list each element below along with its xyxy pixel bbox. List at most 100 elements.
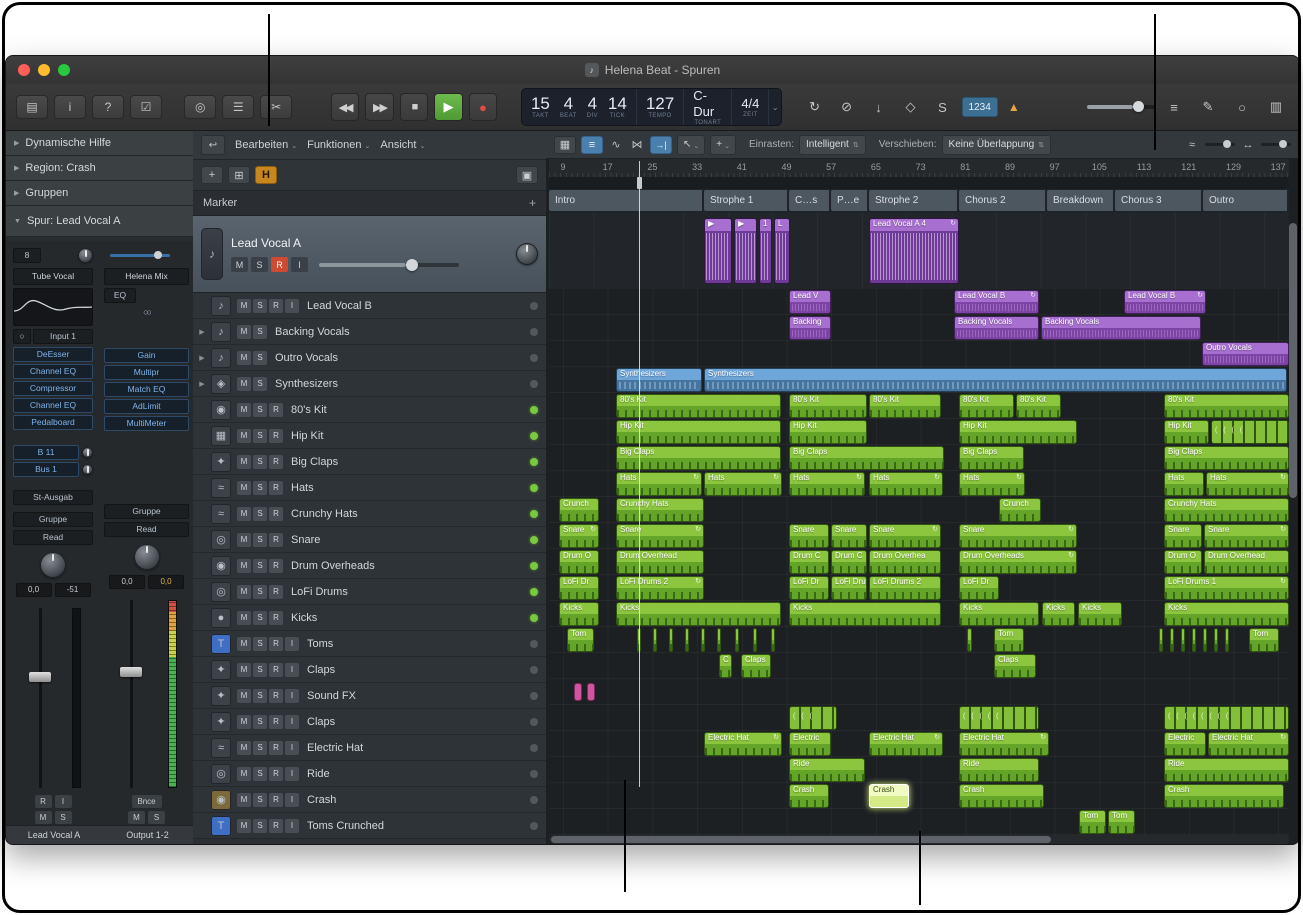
insert-slot[interactable]: Compressor <box>13 381 93 396</box>
region[interactable]: Kicks <box>559 602 599 626</box>
cycle-icon[interactable]: ↻ <box>802 96 828 118</box>
automation-icon[interactable]: ∿ <box>608 138 624 151</box>
track-row[interactable]: ▶♪MSBacking Vocals <box>193 319 546 345</box>
track-r-button[interactable]: R <box>269 403 283 417</box>
title-bar[interactable]: ♪ Helena Beat - Spuren <box>6 56 1299 85</box>
track-s-button[interactable]: S <box>253 377 267 391</box>
region[interactable]: Synthesizers <box>616 368 702 392</box>
pointer-tool[interactable]: ↖⌄ <box>677 135 705 155</box>
region[interactable]: LoFi Drums 2 <box>869 576 941 600</box>
region[interactable]: Synthesizers <box>704 368 1287 392</box>
fader-cap[interactable] <box>29 672 51 682</box>
disclosure-icon[interactable]: ▶ <box>197 328 207 336</box>
region[interactable]: Lead Vocal B↻ <box>954 290 1039 314</box>
track-row[interactable]: ▶◉MSR80's Kit <box>193 397 546 423</box>
zoom-icon[interactable] <box>58 64 70 76</box>
arrangement-marker[interactable]: Breakdown <box>1047 190 1115 211</box>
mixer-icon[interactable]: ☰ <box>222 95 254 119</box>
region[interactable]: Snare↻ <box>559 524 599 548</box>
track-r-button[interactable]: R <box>269 429 283 443</box>
track-r-button[interactable]: R <box>269 533 283 547</box>
pan-knob[interactable] <box>516 243 538 265</box>
track-m-button[interactable]: M <box>237 689 251 703</box>
region[interactable]: Kicks <box>616 602 781 626</box>
region-list-icon[interactable]: ≡ <box>581 136 603 154</box>
insert-slot[interactable]: Channel EQ <box>13 364 93 379</box>
play-button[interactable]: ▶ <box>434 93 462 121</box>
inspector-section-region[interactable]: ▶ Region: Crash <box>6 156 193 181</box>
track-r-button[interactable]: R <box>269 611 283 625</box>
send-slot[interactable]: B 11 <box>13 445 79 460</box>
track-i-button[interactable]: I <box>285 767 299 781</box>
region[interactable]: Lead Vocal A 4↻ <box>869 218 959 284</box>
region[interactable]: Big Claps <box>616 446 781 470</box>
region[interactable] <box>685 628 689 652</box>
region[interactable]: Ride <box>959 758 1039 782</box>
forward-button[interactable]: ▶▶ <box>365 93 393 121</box>
insert-slot[interactable]: Match EQ <box>104 382 189 397</box>
region[interactable]: Kicks <box>1164 602 1289 626</box>
group-slot[interactable]: Gruppe <box>13 512 93 527</box>
region[interactable]: Hats↻ <box>789 472 865 496</box>
channel-setting-slot[interactable]: Helena Mix <box>104 268 189 285</box>
track-r-button[interactable]: R <box>269 585 283 599</box>
track-s-button[interactable]: S <box>253 819 267 833</box>
region[interactable]: Drum C <box>831 550 867 574</box>
inspector-icon[interactable]: i <box>54 95 86 119</box>
back-icon[interactable]: ↩ <box>201 135 225 155</box>
region[interactable]: C <box>719 654 732 678</box>
solo-button[interactable]: S <box>55 811 72 824</box>
add-track-button[interactable]: + <box>201 166 223 184</box>
send-knob[interactable] <box>82 464 93 475</box>
disclosure-icon[interactable]: ▶ <box>14 189 19 197</box>
track-r-button[interactable]: R <box>269 299 283 313</box>
lcd-mode-chevron[interactable]: ⌄ <box>769 89 781 125</box>
region[interactable]: Kicks <box>959 602 1039 626</box>
region[interactable]: ( ( ( <box>789 706 837 730</box>
region[interactable] <box>669 628 673 652</box>
region[interactable]: Crash <box>959 784 1044 808</box>
editors-icon[interactable]: ✂ <box>260 95 292 119</box>
vertical-scrollbar[interactable] <box>1289 161 1297 830</box>
track-s-button[interactable]: S <box>253 533 267 547</box>
track-r-button[interactable]: R <box>269 637 283 651</box>
track-i-button[interactable]: I <box>285 793 299 807</box>
track-s-button[interactable]: S <box>253 403 267 417</box>
track-r-button[interactable]: R <box>269 507 283 521</box>
track-s-button[interactable]: S <box>253 715 267 729</box>
track-m-button[interactable]: M <box>237 793 251 807</box>
region[interactable]: Electric Hat↻ <box>869 732 943 756</box>
region[interactable]: Outro Vocals <box>1202 342 1289 366</box>
region[interactable]: Snare <box>831 524 867 548</box>
track-r-button[interactable]: R <box>269 689 283 703</box>
track-s-button[interactable]: S <box>253 559 267 573</box>
track-m-button[interactable]: M <box>237 741 251 755</box>
track-r-button[interactable]: R <box>269 767 283 781</box>
arrangement-marker[interactable]: Chorus 2 <box>959 190 1047 211</box>
inspector-section-track[interactable]: ▼ Spur: Lead Vocal A <box>6 206 193 237</box>
autopunch-icon[interactable]: ⊘ <box>834 96 860 118</box>
region[interactable] <box>1214 628 1218 652</box>
track-i-button[interactable]: I <box>285 819 299 833</box>
pan-value[interactable]: 0,0 <box>16 583 52 597</box>
region[interactable] <box>967 628 972 652</box>
note-pads-icon[interactable]: ✎ <box>1195 96 1221 118</box>
region[interactable]: Crunchy Hats <box>616 498 704 522</box>
track-m-button[interactable]: M <box>237 637 251 651</box>
channel-fader[interactable] <box>13 604 93 792</box>
stereo-format-icon[interactable]: ○○ <box>104 306 189 318</box>
selected-track-header[interactable]: ♪ Lead Vocal A M S R I <box>193 216 546 293</box>
region[interactable]: ( ( ( ( ( ( ( ( <box>1164 706 1289 730</box>
track-m-button[interactable]: M <box>237 429 251 443</box>
record-enable-button[interactable]: R <box>35 795 52 808</box>
crossfade-icon[interactable]: ⋈ <box>629 138 645 151</box>
region[interactable] <box>1203 628 1207 652</box>
track-i-button[interactable]: I <box>285 637 299 651</box>
track-row[interactable]: ▶≈MSRHats <box>193 475 546 501</box>
region[interactable]: L <box>774 218 790 284</box>
track-m-button[interactable]: M <box>237 299 251 313</box>
close-icon[interactable] <box>18 64 30 76</box>
eq-slot[interactable]: EQ <box>104 288 136 303</box>
region[interactable]: Big Claps <box>1164 446 1289 470</box>
pan-knob[interactable] <box>134 544 160 570</box>
